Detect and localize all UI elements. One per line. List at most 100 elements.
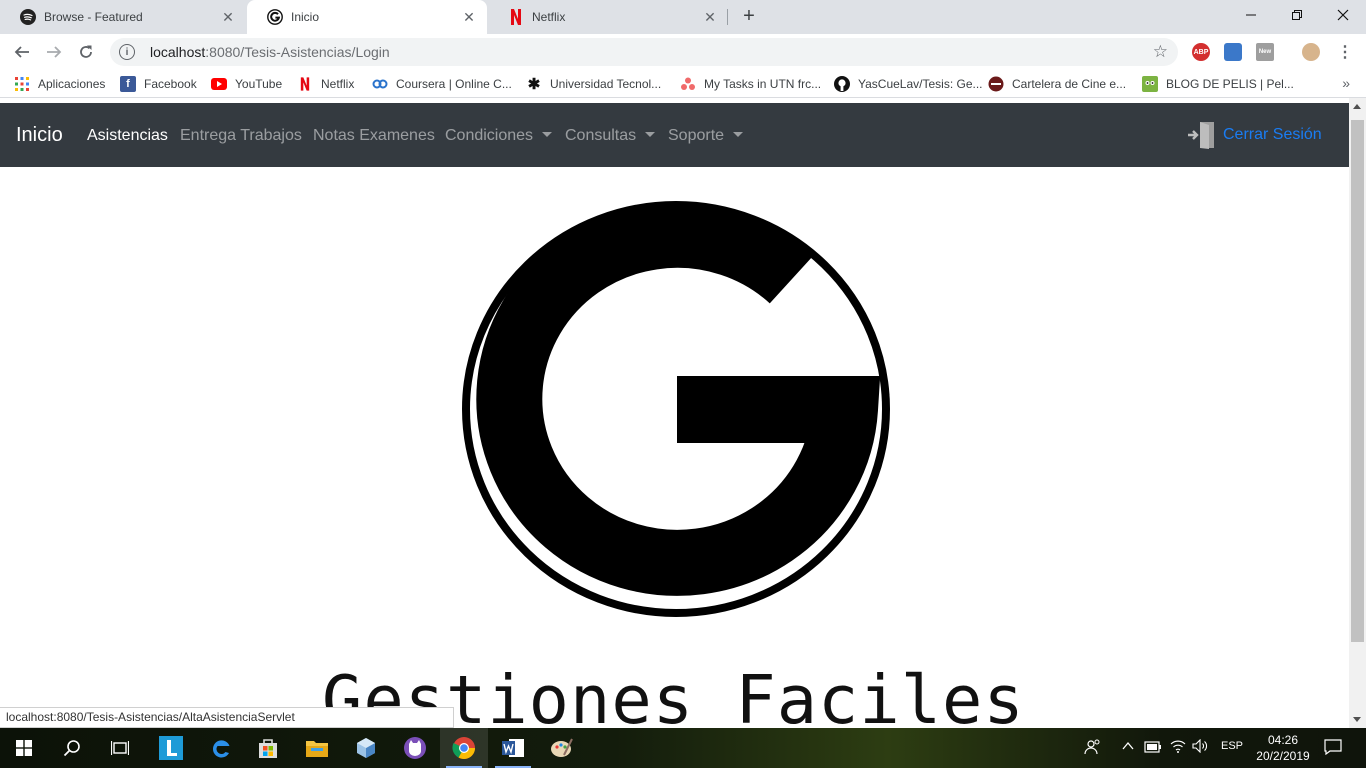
action-center-icon[interactable] [1324, 739, 1342, 758]
restore-icon [1292, 10, 1302, 20]
minimize-icon [1246, 14, 1256, 16]
tab-separator [727, 9, 728, 25]
apps-grid-icon [14, 76, 30, 92]
blog-icon [1142, 76, 1158, 92]
cat-app-icon[interactable] [391, 728, 439, 768]
address-bar[interactable]: i localhost:8080/Tesis-Asistencias/Login… [110, 38, 1178, 66]
scrollbar-thumb[interactable] [1351, 120, 1364, 642]
bookmark-youtube[interactable]: YouTube [211, 75, 282, 93]
nav-dropdown-soporte[interactable]: Soporte [668, 127, 744, 145]
chevron-double-right-icon[interactable]: » [1342, 75, 1350, 91]
bookmark-label: Coursera | Online C... [396, 77, 512, 91]
forward-button[interactable] [42, 40, 66, 64]
url-text: localhost:8080/Tesis-Asistencias/Login [150, 44, 390, 60]
minimize-button[interactable] [1228, 0, 1274, 30]
main-navbar: Inicio Asistencias Entrega Trabajos Nota… [0, 103, 1349, 167]
url-path: :8080/Tesis-Asistencias/Login [205, 44, 390, 60]
nav-entrega-trabajos[interactable]: Entrega Trabajos [180, 127, 302, 145]
profile-avatar-icon[interactable] [1302, 43, 1320, 61]
bookmark-label: Cartelera de Cine e... [1012, 77, 1127, 91]
battery-icon[interactable] [1144, 741, 1162, 756]
bookmark-label: YouTube [235, 77, 283, 91]
caret-down-icon [733, 132, 744, 137]
file-explorer-icon[interactable] [293, 728, 341, 768]
browser-toolbar: i localhost:8080/Tesis-Asistencias/Login… [0, 34, 1366, 70]
system-clock[interactable]: 04:26 20/2/2019 [1255, 732, 1311, 764]
tab-title: Inicio [291, 10, 320, 24]
navbar-brand[interactable]: Inicio [16, 124, 63, 147]
l-app-icon[interactable] [147, 728, 195, 768]
cube-app-icon[interactable] [342, 728, 390, 768]
back-button[interactable] [10, 40, 34, 64]
new-extension-label: New [1258, 49, 1272, 55]
nav-asistencias[interactable]: Asistencias [87, 127, 168, 145]
bookmark-cartelera[interactable]: Cartelera de Cine e... [988, 75, 1126, 93]
tab-inicio[interactable]: Inicio ✕ [247, 0, 487, 34]
arrow-right-icon [47, 46, 62, 58]
restore-button[interactable] [1274, 0, 1320, 30]
logout-link[interactable]: Cerrar Sesión [1187, 120, 1322, 150]
reload-button[interactable] [74, 40, 98, 64]
store-icon[interactable] [244, 728, 292, 768]
bookmark-label: Aplicaciones [38, 77, 106, 91]
clock-date: 20/2/2019 [1256, 749, 1310, 763]
bookmark-aplicaciones[interactable]: Aplicaciones [14, 75, 105, 93]
bookmark-label: Netflix [321, 77, 355, 91]
logout-label: Cerrar Sesión [1223, 126, 1322, 143]
bookmark-label: My Tasks in UTN frc... [704, 77, 822, 91]
task-view-icon[interactable] [96, 728, 144, 768]
chrome-icon[interactable] [440, 728, 488, 768]
reload-icon [80, 45, 92, 58]
close-icon[interactable]: ✕ [220, 9, 236, 25]
wifi-icon[interactable] [1170, 739, 1186, 756]
word-icon[interactable] [489, 728, 537, 768]
close-icon[interactable]: ✕ [702, 9, 718, 25]
windows-taskbar: ESP 04:26 20/2/2019 [0, 728, 1366, 768]
asana-icon [680, 76, 696, 92]
edge-icon[interactable] [197, 728, 245, 768]
door-exit-icon [1188, 122, 1214, 149]
search-icon[interactable] [48, 728, 96, 768]
new-extension-icon[interactable]: New [1256, 43, 1274, 61]
tab-title: Netflix [532, 10, 566, 24]
bookmark-github[interactable]: YasCueLav/Tesis: Ge... [834, 75, 983, 93]
adblock-icon[interactable]: ABP [1192, 43, 1210, 61]
bookmark-facebook[interactable]: f Facebook [120, 75, 197, 93]
bookmark-label: YasCueLav/Tesis: Ge... [858, 77, 983, 91]
github-icon [834, 76, 850, 92]
bookmark-coursera[interactable]: Coursera | Online C... [372, 75, 512, 93]
nav-dropdown-condiciones[interactable]: Condiciones [445, 127, 553, 145]
people-icon[interactable] [1084, 738, 1102, 759]
paint-icon[interactable] [538, 728, 586, 768]
page-scrollbar[interactable] [1349, 98, 1366, 728]
cube-extension-icon[interactable] [1224, 43, 1242, 61]
tab-title: Browse - Featured [44, 10, 143, 24]
bookmark-asana[interactable]: My Tasks in UTN frc... [680, 75, 821, 93]
close-window-button[interactable] [1320, 0, 1366, 30]
close-icon[interactable]: ✕ [461, 9, 477, 25]
nav-notas-examenes[interactable]: Notas Examenes [313, 127, 435, 145]
bookmark-blog-pelis[interactable]: BLOG DE PELIS | Pel... [1142, 75, 1294, 93]
volume-icon[interactable] [1192, 738, 1208, 756]
bookmark-label: BLOG DE PELIS | Pel... [1166, 77, 1294, 91]
utn-icon: ✱ [527, 76, 541, 93]
bookmark-star-icon[interactable]: ☆ [1153, 42, 1168, 62]
info-icon[interactable]: i [119, 44, 135, 60]
tab-netflix[interactable]: Netflix ✕ [488, 0, 728, 34]
tab-spotify[interactable]: Browse - Featured ✕ [0, 0, 246, 34]
caret-down-icon [645, 132, 656, 137]
language-indicator[interactable]: ESP [1221, 740, 1243, 752]
menu-kebab-icon[interactable]: ⋮ [1333, 40, 1357, 64]
scroll-down-arrow-icon[interactable] [1353, 717, 1361, 722]
coursera-icon [372, 76, 388, 92]
scroll-up-arrow-icon[interactable] [1353, 104, 1361, 109]
url-host: localhost [150, 44, 206, 60]
chevron-up-icon[interactable] [1122, 740, 1134, 754]
windows-start-icon[interactable] [0, 728, 48, 768]
new-tab-button[interactable]: + [737, 4, 761, 28]
netflix-icon [297, 76, 313, 92]
bookmark-utn[interactable]: ✱ Universidad Tecnol... [526, 75, 661, 93]
nav-dropdown-consultas[interactable]: Consultas [565, 127, 656, 145]
bookmark-netflix[interactable]: Netflix [297, 75, 354, 93]
bookmark-label: Facebook [144, 77, 197, 91]
